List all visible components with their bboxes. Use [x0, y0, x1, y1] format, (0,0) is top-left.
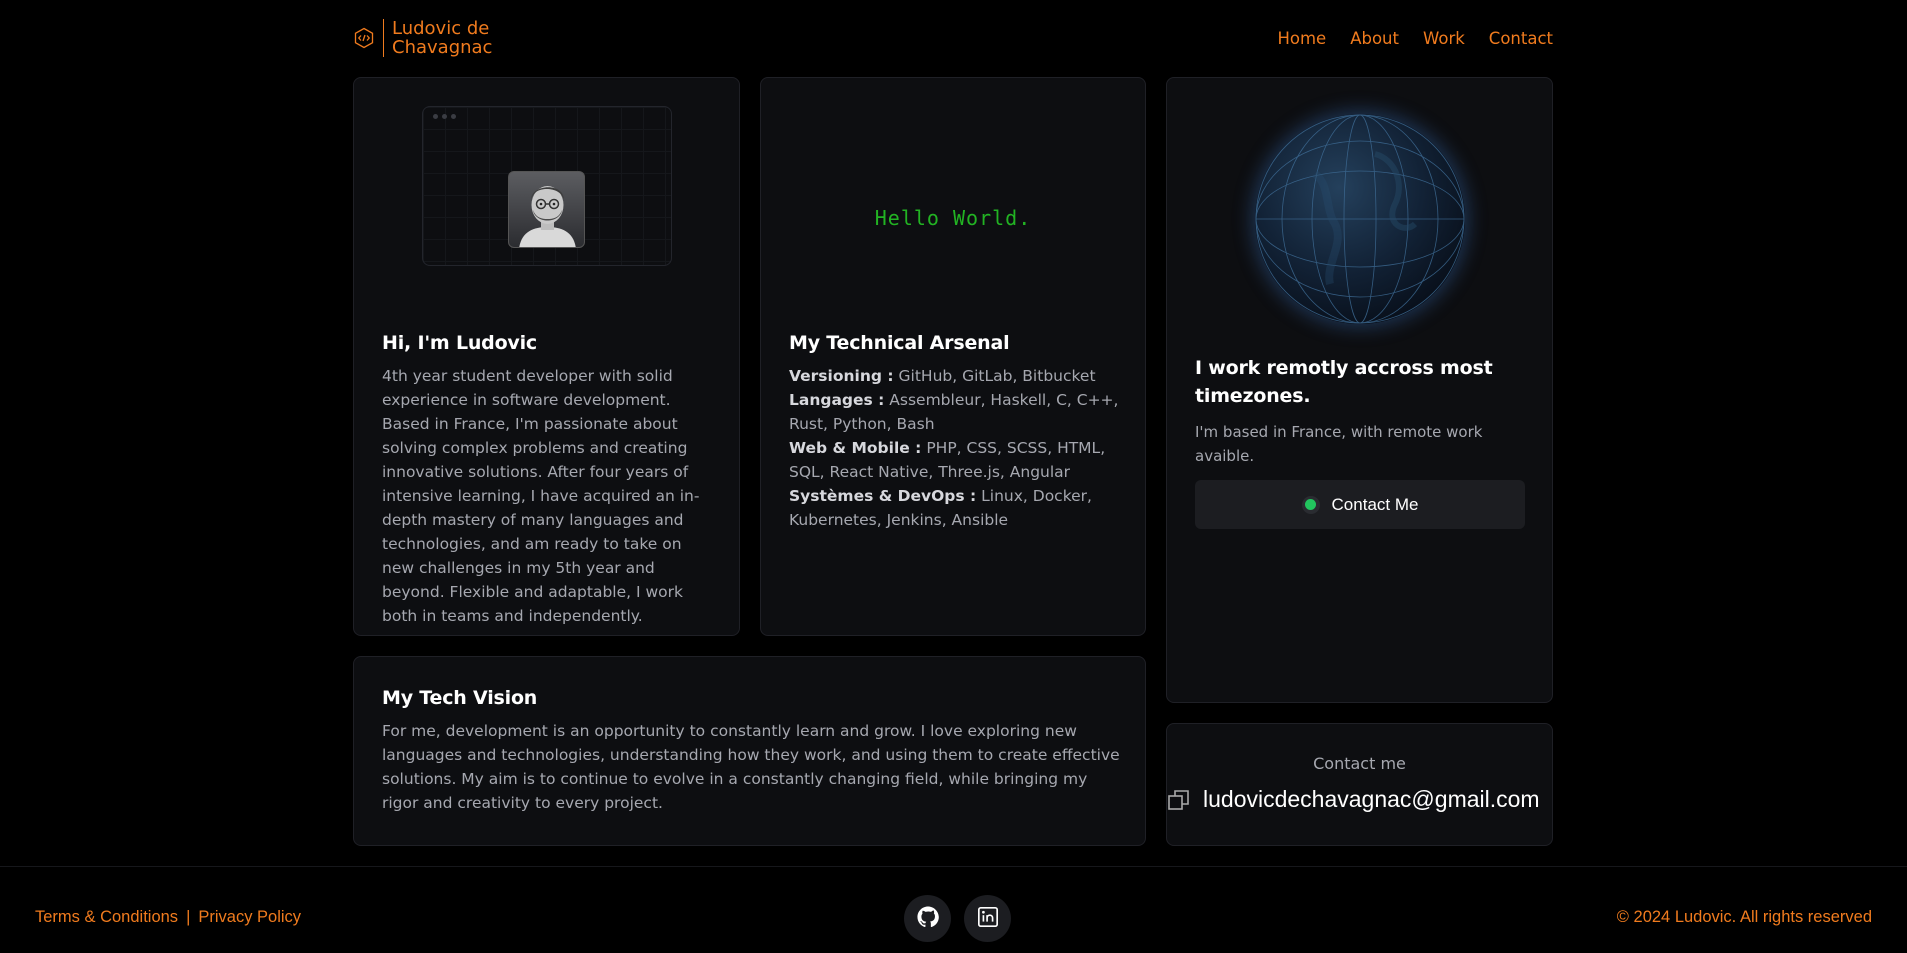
globe-icon[interactable] — [1255, 114, 1465, 324]
social-links — [904, 895, 1011, 942]
arsenal-list: Versioning : GitHub, GitLab, Bitbucket L… — [789, 364, 1121, 532]
about-title: Hi, I'm Ludovic — [382, 332, 537, 354]
about-card: Hi, I'm Ludovic 4th year student develop… — [353, 77, 740, 636]
brand-name: Ludovic de Chavagnac — [392, 19, 492, 57]
contact-card: Contact me ludovicdechavagnac@gmail.com — [1166, 723, 1553, 846]
arsenal-item-languages: Langages : Assembleur, Haskell, C, C++, … — [789, 388, 1121, 436]
linkedin-icon — [977, 906, 999, 932]
about-body: Hi, I'm Ludovic 4th year student develop… — [382, 332, 715, 628]
online-status-dot-icon — [1301, 495, 1320, 514]
window-dots — [433, 114, 456, 119]
nav-link-work[interactable]: Work — [1423, 29, 1465, 48]
contact-me-label: Contact Me — [1331, 494, 1419, 514]
linkedin-button[interactable] — [964, 895, 1011, 942]
arsenal-item-label: Web & Mobile : — [789, 439, 922, 457]
remote-text: I'm based in France, with remote work av… — [1195, 423, 1483, 465]
arsenal-item-value: GitHub, GitLab, Bitbucket — [898, 367, 1096, 385]
privacy-link[interactable]: Privacy Policy — [198, 908, 301, 927]
brand-name-line2: Chavagnac — [392, 36, 493, 58]
vision-text: For me, development is an opportunity to… — [382, 722, 1120, 812]
github-button[interactable] — [904, 895, 951, 942]
brand-logo[interactable]: Ludovic de Chavagnac — [353, 18, 492, 57]
copyright: © 2024 Ludovic. All rights reserved — [1616, 908, 1872, 926]
vision-title: My Tech Vision — [382, 687, 538, 709]
remote-body: I work remotly accross most timezones. I… — [1195, 354, 1528, 468]
footer-divider — [0, 866, 1907, 867]
arsenal-body: My Technical Arsenal Versioning : GitHub… — [789, 332, 1121, 532]
footer-legal-links: Terms & Conditions | Privacy Policy — [35, 908, 301, 927]
email-address[interactable]: ludovicdechavagnac@gmail.com — [1203, 786, 1540, 813]
arsenal-title: My Technical Arsenal — [789, 332, 1010, 354]
arsenal-item-label: Systèmes & DevOps : — [789, 487, 977, 505]
nav-link-about[interactable]: About — [1350, 29, 1399, 48]
site-header: Ludovic de Chavagnac Home About Work Con… — [353, 0, 1553, 75]
arsenal-item-devops: Systèmes & DevOps : Linux, Docker, Kuber… — [789, 484, 1121, 532]
arsenal-item-label: Versioning : — [789, 367, 894, 385]
main-nav: Home About Work Contact — [1277, 29, 1553, 48]
about-text: 4th year student developer with solid ex… — [382, 367, 700, 625]
logo-divider — [383, 18, 384, 57]
github-icon — [916, 905, 939, 932]
contact-label: Contact me — [1313, 754, 1406, 773]
email-row: ludovicdechavagnac@gmail.com — [1167, 786, 1540, 813]
vision-body: My Tech Vision For me, development is an… — [382, 687, 1121, 815]
brand-name-line1: Ludovic de — [392, 17, 490, 39]
code-hexagon-icon — [353, 27, 375, 49]
nav-link-home[interactable]: Home — [1277, 29, 1326, 48]
tech-arsenal-card: Hello World. My Technical Arsenal Versio… — [760, 77, 1146, 636]
arsenal-item-web-mobile: Web & Mobile : PHP, CSS, SCSS, HTML, SQL… — [789, 436, 1121, 484]
footer-separator: | — [186, 908, 191, 926]
nav-link-contact[interactable]: Contact — [1489, 29, 1553, 48]
avatar — [508, 171, 585, 248]
arsenal-item-versioning: Versioning : GitHub, GitLab, Bitbucket — [789, 364, 1121, 388]
arsenal-item-label: Langages : — [789, 391, 885, 409]
remote-work-card: I work remotly accross most timezones. I… — [1166, 77, 1553, 703]
remote-title: I work remotly accross most timezones. — [1195, 357, 1493, 407]
terms-link[interactable]: Terms & Conditions — [35, 908, 178, 927]
tech-vision-card: My Tech Vision For me, development is an… — [353, 656, 1146, 846]
contact-me-button[interactable]: Contact Me — [1195, 480, 1525, 529]
copy-icon[interactable] — [1167, 788, 1191, 812]
hello-world-terminal-text: Hello World. — [874, 206, 1032, 230]
